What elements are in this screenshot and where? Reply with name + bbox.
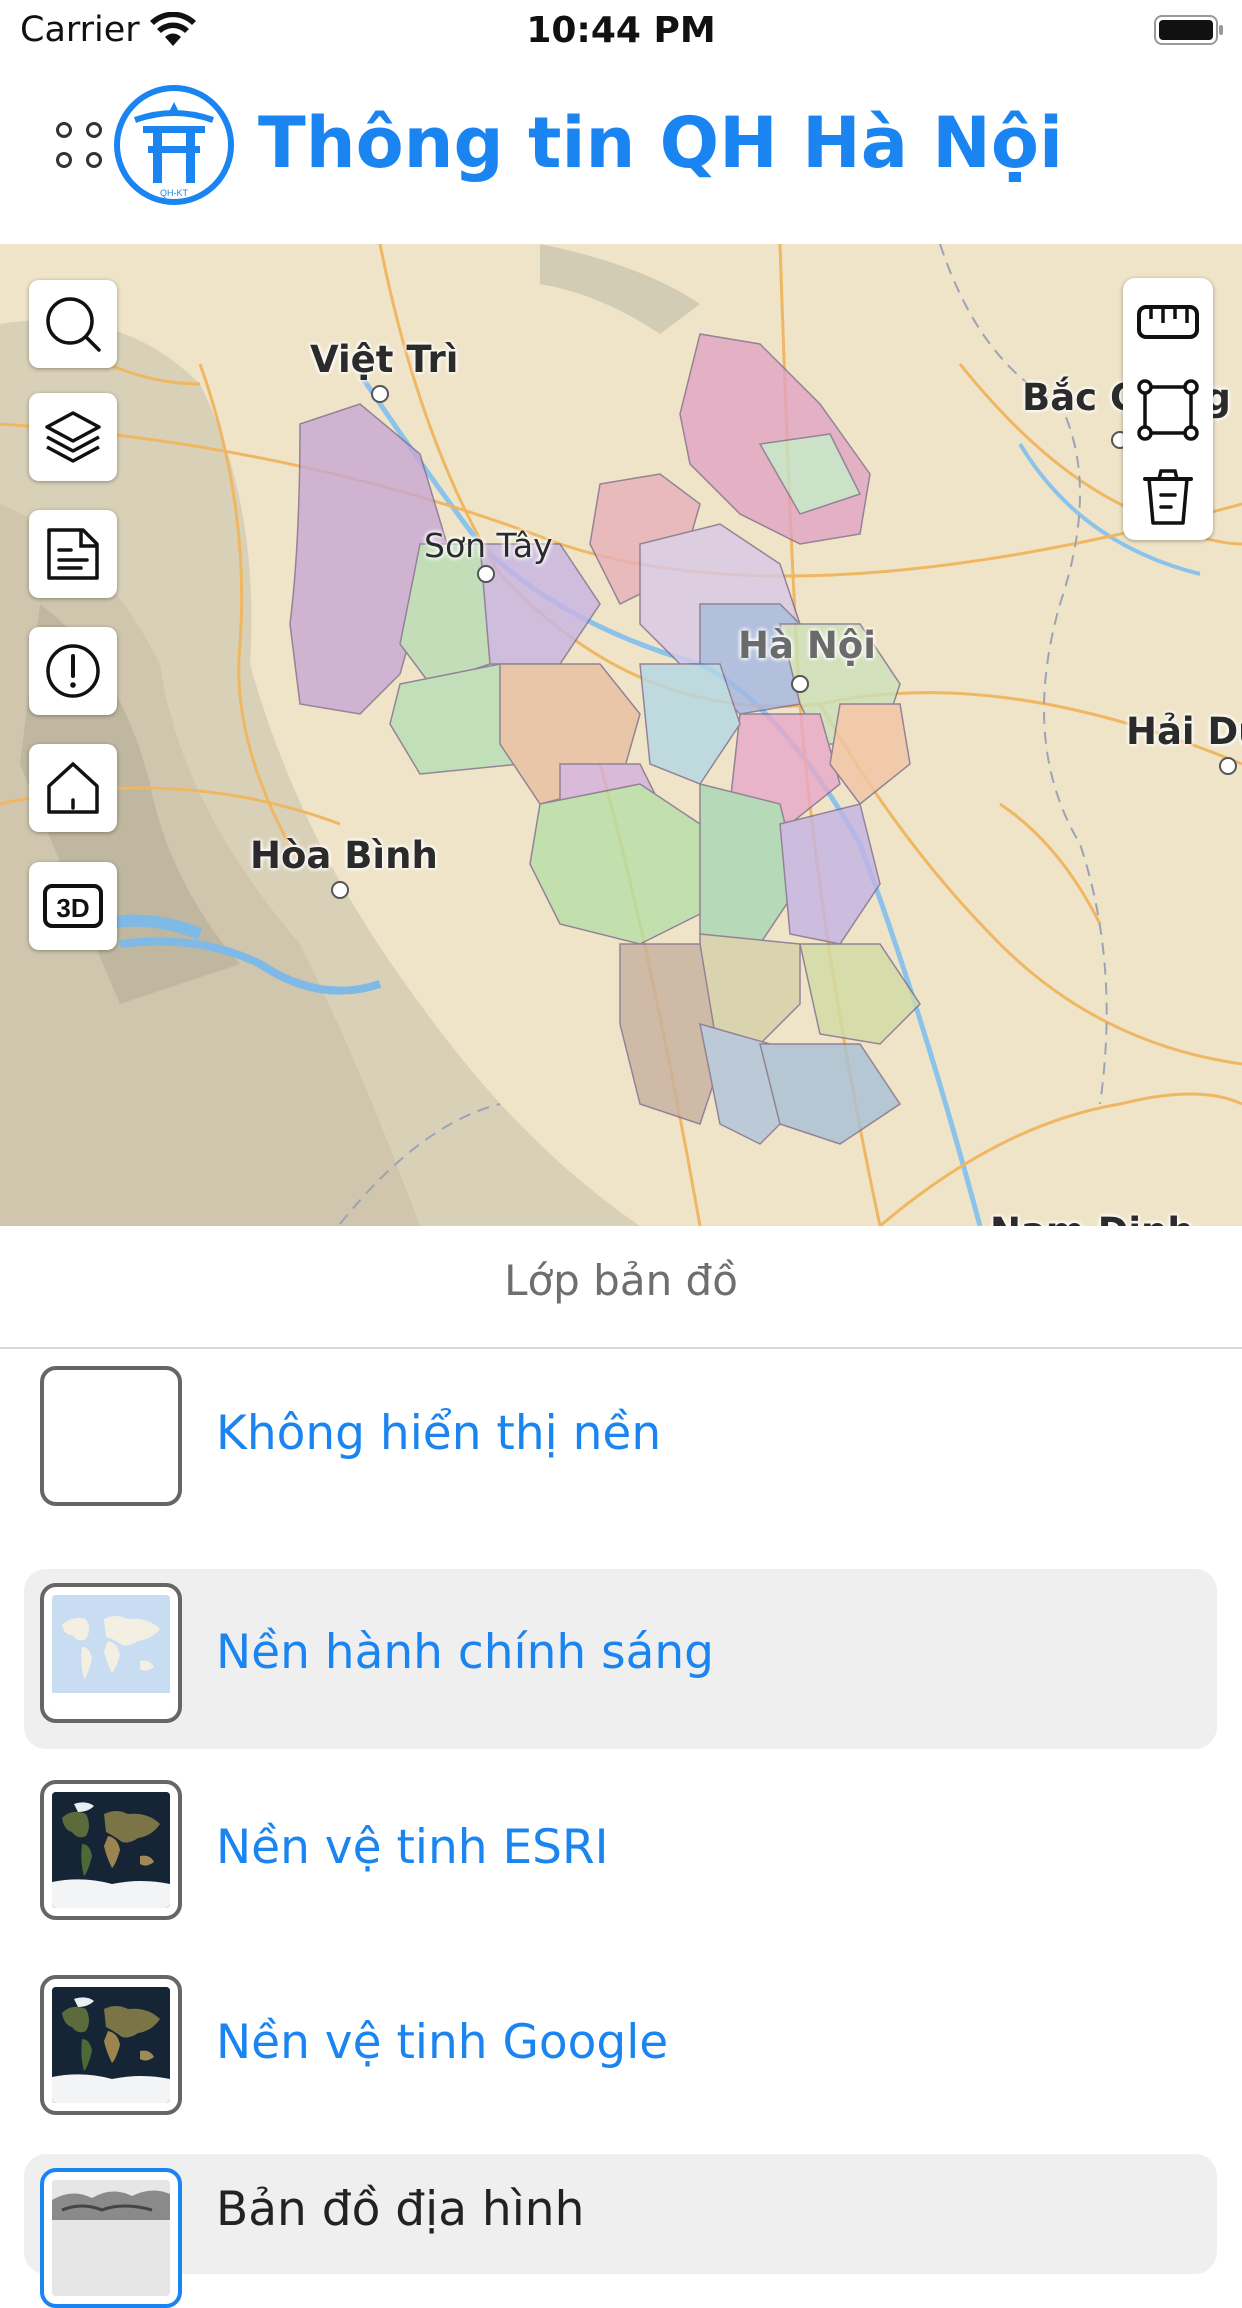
- status-bar: Carrier 10:44 PM: [0, 0, 1242, 62]
- layer-option-admin-light[interactable]: Nền hành chính sáng: [24, 1569, 1217, 1749]
- 3d-label: 3D: [56, 893, 89, 923]
- layers-icon: [45, 411, 101, 463]
- app-title: Thông tin QH Hà Nội: [258, 102, 1063, 184]
- app-menu-icon[interactable]: [54, 120, 106, 172]
- layer-thumbnail: [40, 1583, 182, 1723]
- layer-panel: Lớp bản đồ Không hiển thị nền Nền hành c…: [0, 1226, 1242, 2308]
- clock: 10:44 PM: [526, 10, 716, 51]
- place-label: Hà Nội: [738, 624, 876, 667]
- alert-button[interactable]: [29, 627, 117, 715]
- area-select-icon: [1137, 379, 1199, 441]
- document-button[interactable]: [29, 510, 117, 598]
- layer-option-terrain[interactable]: Bản đồ địa hình: [24, 2154, 1217, 2308]
- layer-option-esri-satellite[interactable]: Nền vệ tinh ESRI: [24, 1764, 1217, 1944]
- area-select-button[interactable]: [1128, 370, 1208, 450]
- layers-button[interactable]: [29, 393, 117, 481]
- place-label: Sơn Tây: [424, 526, 553, 565]
- divider: [0, 1347, 1242, 1349]
- layer-thumbnail: [40, 2168, 182, 2308]
- panel-title: Lớp bản đồ: [504, 1256, 738, 1305]
- place-label: Hòa Bình: [250, 834, 438, 877]
- trash-icon: [1143, 469, 1193, 525]
- battery-icon: [1154, 15, 1223, 45]
- layer-thumbnail: [40, 1975, 182, 2115]
- layer-thumbnail: [40, 1366, 182, 1506]
- 3d-button[interactable]: 3D: [29, 862, 117, 950]
- world-map-satellite-icon: [52, 1792, 170, 1908]
- map-view[interactable]: Việt Trì Bắc Giang Sơn Tây Hà Nội Hải Dư…: [0, 244, 1242, 1226]
- layer-label: Không hiển thị nền: [216, 1406, 662, 1461]
- document-icon: [47, 528, 99, 580]
- ruler-icon: [1137, 305, 1199, 339]
- place-label: Hải Dương: [1126, 710, 1242, 753]
- alert-icon: [46, 644, 100, 698]
- ruler-button[interactable]: [1128, 282, 1208, 362]
- search-icon: [46, 297, 101, 352]
- layer-label: Nền vệ tinh Google: [216, 2015, 669, 2070]
- layer-label: Nền hành chính sáng: [216, 1625, 715, 1680]
- world-map-light-icon: [52, 1595, 170, 1711]
- search-button[interactable]: [29, 280, 117, 368]
- layer-thumbnail: [40, 1780, 182, 1920]
- layer-option-google-satellite[interactable]: Nền vệ tinh Google: [24, 1959, 1217, 2139]
- home-icon: [47, 762, 99, 814]
- layer-label: Nền vệ tinh ESRI: [216, 1820, 609, 1875]
- delete-button[interactable]: [1128, 456, 1208, 536]
- layer-option-none[interactable]: Không hiển thị nền: [24, 1350, 1217, 1530]
- world-map-terrain-icon: [52, 2180, 170, 2296]
- 3d-icon: 3D: [43, 884, 103, 928]
- layer-label: Bản đồ địa hình: [216, 2182, 585, 2237]
- measure-toolbar: [1123, 278, 1213, 540]
- hanoi-logo: QH-KT: [114, 85, 234, 205]
- logo-text: QH-KT: [160, 188, 189, 198]
- place-label: Nam Định: [990, 1210, 1194, 1226]
- home-button[interactable]: [29, 744, 117, 832]
- place-label: Việt Trì: [310, 338, 459, 381]
- world-map-satellite-icon: [52, 1987, 170, 2103]
- app-header: QH-KT Thông tin QH Hà Nội: [0, 62, 1242, 246]
